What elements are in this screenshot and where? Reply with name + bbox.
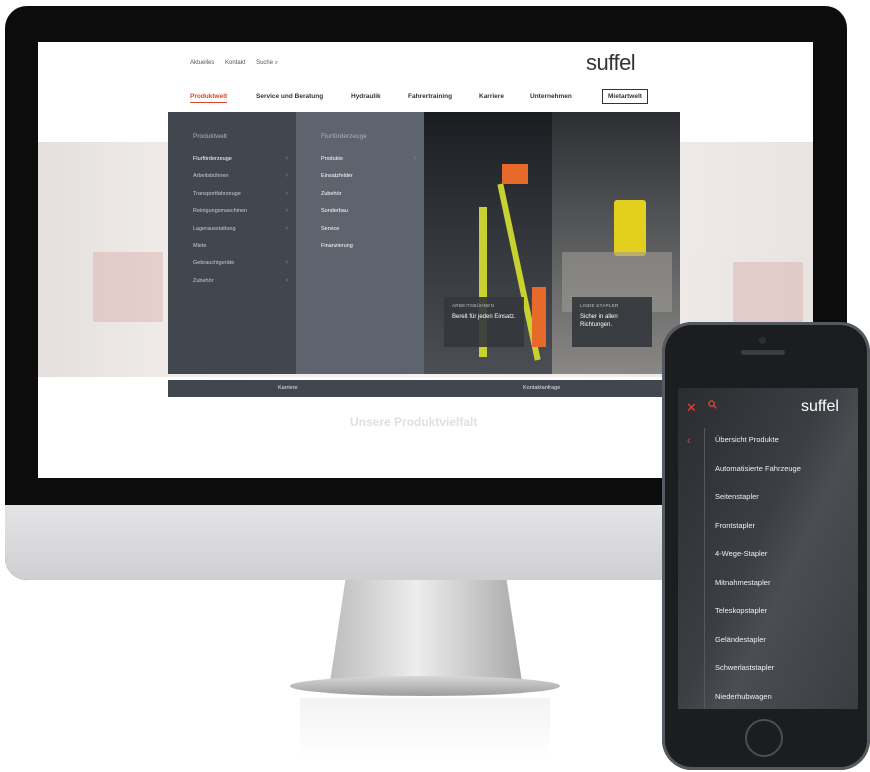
promo-photo-linde-stapler[interactable]: LINDE STAPLER Sicher in allen Richtungen… (552, 112, 680, 374)
promo-photo-arbeitsbuehnen[interactable]: ARBEITSBÜHNEN Bereit für jeden Einsatz. (424, 112, 552, 374)
nav-produktwelt[interactable]: Produktwelt (190, 93, 228, 103)
submenu-item-einsatzfelder[interactable]: Einsatzfelder (321, 173, 416, 190)
menu-item-lagerausstattung[interactable]: Lagerausstattung › (193, 224, 288, 243)
chevron-right-icon: › (285, 155, 288, 162)
chevron-right-icon: › (285, 276, 288, 284)
menu-item-miete[interactable]: Miete (193, 243, 288, 260)
menu-item-transportfahrzeuge[interactable]: Transportfahrzeuge › (193, 189, 288, 208)
mobile-menu-item[interactable]: Teleskopstapler (715, 606, 855, 635)
mega-menu-heading-2: Flurförderzeuge (321, 133, 367, 140)
submenu-item-zubehoer[interactable]: Zubehör (321, 191, 416, 208)
nav-unternehmen[interactable]: Unternehmen (530, 93, 572, 100)
submenu-item-produkte[interactable]: Produkte › (321, 155, 416, 173)
utility-link-kontakt[interactable]: Kontakt (225, 60, 245, 66)
quicklink-kontaktanfrage[interactable]: Kontaktanfrage (523, 385, 560, 391)
mobile-menu-item[interactable]: Seitenstapler (715, 492, 855, 521)
chevron-right-icon: › (285, 189, 288, 197)
utility-nav: Aktuelles Kontakt Suche ⌕ (190, 60, 287, 67)
chevron-right-icon: › (285, 207, 288, 215)
mobile-menu-item[interactable]: Schwerlaststapler (715, 663, 855, 692)
promo-caption-1: ARBEITSBÜHNEN Bereit für jeden Einsatz. (444, 297, 524, 347)
section-title: Unsere Produktvielfalt (350, 415, 478, 429)
menu-item-gebrauchtgeraete[interactable]: Gebrauchtgeräte › (193, 259, 288, 277)
mobile-logo[interactable]: suffel (801, 398, 839, 416)
menu-item-reinigungsmaschinen[interactable]: Reinigungsmaschinen › (193, 207, 288, 225)
nav-karriere[interactable]: Karriere (479, 93, 504, 100)
phone-speaker (741, 350, 785, 355)
mega-menu-column-2: Flurförderzeuge Produkte › Einsatzfelder … (296, 112, 424, 374)
submenu-item-finanzierung[interactable]: Finanzierung (321, 243, 416, 260)
logo[interactable]: suffel (586, 50, 636, 76)
menu-item-arbeitsbuehnen[interactable]: Arbeitsbühnen › (193, 172, 288, 190)
mega-menu-column-1: Produktwelt Flurförderzeuge › Arbeitsbühn… (168, 112, 296, 374)
chevron-right-icon: › (285, 224, 288, 232)
chevron-right-icon: › (413, 155, 416, 162)
mobile-menu-list: Übersicht Produkte Automatisierte Fahrze… (715, 435, 855, 709)
menu-item-flurfoerderzeuge[interactable]: Flurförderzeuge › (193, 155, 288, 173)
nav-hydraulik[interactable]: Hydraulik (351, 93, 381, 100)
imac-stand (330, 580, 522, 682)
nav-mietartwelt[interactable]: Mietartwelt (602, 89, 648, 104)
menu-item-zubehoer[interactable]: Zubehör › (193, 276, 288, 295)
close-icon[interactable]: ✕ (686, 400, 697, 416)
quicklink-karriere[interactable]: Karriere (278, 385, 298, 391)
quicklink-bar: Karriere Kontaktanfrage (168, 380, 680, 397)
menu-divider (704, 428, 705, 709)
mobile-menu-item[interactable]: Frontstapler (715, 521, 855, 550)
promo-caption-2: LINDE STAPLER Sicher in allen Richtungen… (572, 297, 652, 347)
submenu-item-sonderbau[interactable]: Sonderbau (321, 208, 416, 225)
mobile-menu-item[interactable]: Übersicht Produkte (715, 435, 855, 464)
mobile-menu-item[interactable]: Niederhubwagen (715, 692, 855, 710)
submenu-item-service[interactable]: Service (321, 226, 416, 243)
mobile-menu-item[interactable]: Mitnahmestapler (715, 578, 855, 607)
chevron-right-icon: › (285, 259, 288, 267)
nav-service-und-beratung[interactable]: Service und Beratung (256, 93, 323, 100)
nav-fahrertraining[interactable]: Fahrertraining (408, 93, 452, 100)
mobile-screen: ✕ suffel ‹ Übersicht Produkte Automatisi… (678, 388, 858, 709)
search-icon: ⌕ (274, 60, 279, 66)
search-icon[interactable] (708, 400, 717, 409)
imac-stand-base (290, 676, 560, 696)
chevron-right-icon: › (285, 172, 288, 180)
utility-link-aktuelles[interactable]: Aktuelles (190, 60, 214, 66)
phone-camera (759, 337, 766, 344)
mobile-menu-item[interactable]: Automatisierte Fahrzeuge (715, 464, 855, 493)
mega-menu-heading-1: Produktwelt (193, 133, 227, 140)
mobile-menu-item[interactable]: 4-Wege-Stapler (715, 549, 855, 578)
chevron-left-icon[interactable]: ‹ (687, 435, 691, 447)
home-button[interactable] (745, 719, 783, 757)
stand-reflection (300, 698, 550, 758)
mobile-menu-item[interactable]: Geländestapler (715, 635, 855, 664)
utility-link-suche[interactable]: Suche ⌕ (256, 60, 278, 66)
